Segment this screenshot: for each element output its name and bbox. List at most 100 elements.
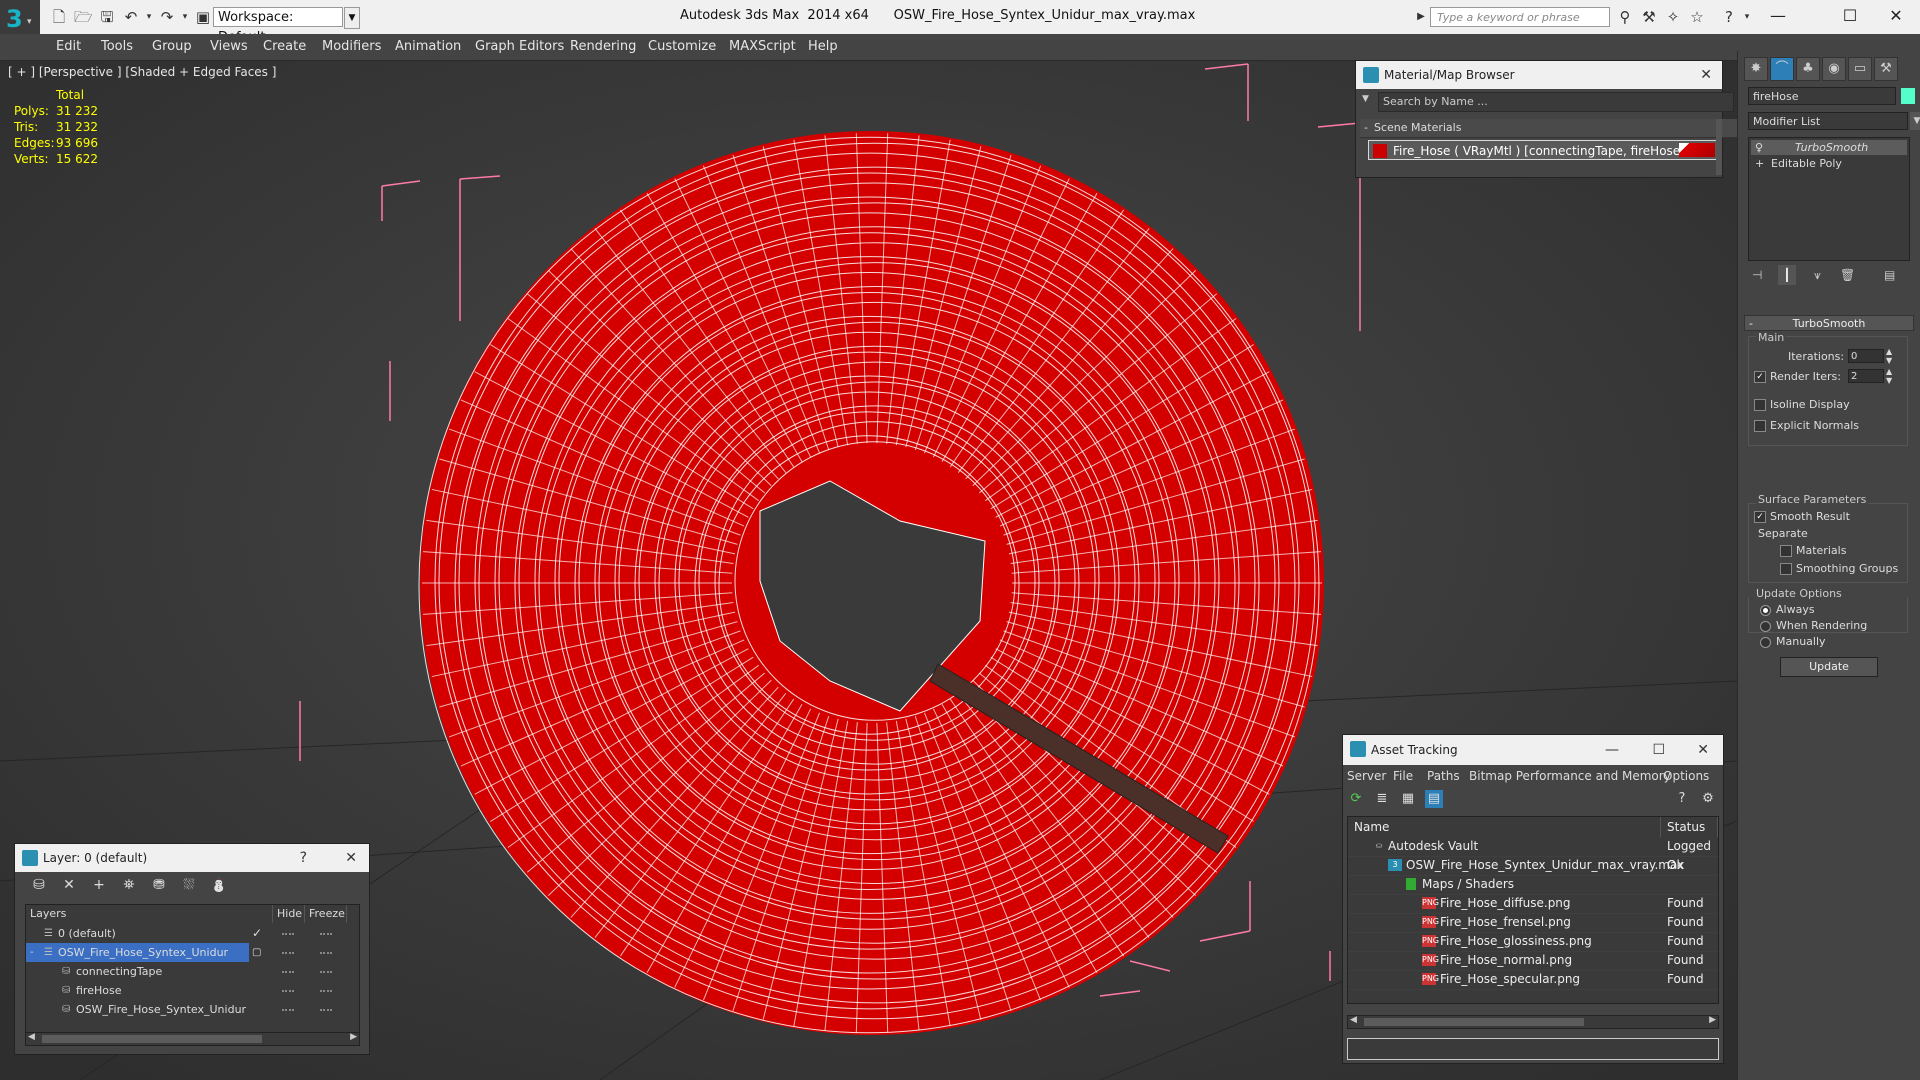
scroll-right-icon[interactable]: ▶: [1709, 1015, 1716, 1025]
hierarchy-tab-icon[interactable]: ♣: [1796, 57, 1820, 81]
viewport-label[interactable]: [ + ] [Perspective ] [Shaded + Edged Fac…: [8, 65, 276, 79]
scroll-left-icon[interactable]: ◀: [28, 1032, 35, 1042]
name-column-header[interactable]: Name: [1348, 817, 1661, 837]
undo-icon[interactable]: ↶: [122, 8, 140, 26]
layers-column-header[interactable]: Layers: [26, 905, 273, 923]
freeze-toggle[interactable]: [320, 933, 332, 935]
menu-graph-editors[interactable]: Graph Editors: [475, 39, 564, 54]
create-tab-icon[interactable]: ✸: [1744, 57, 1768, 81]
hide-toggle[interactable]: [282, 990, 294, 992]
redo-icon[interactable]: ↷: [158, 8, 176, 26]
freeze-toggle[interactable]: [320, 990, 332, 992]
table-view-icon[interactable]: ▤: [1425, 790, 1443, 808]
menu-animation[interactable]: Animation: [395, 39, 461, 54]
stack-item-editable-poly[interactable]: + Editable Poly: [1751, 156, 1907, 171]
search-options-icon[interactable]: ▼: [1362, 94, 1369, 104]
scrollbar-thumb[interactable]: [42, 1035, 262, 1043]
layer-panel-close-icon[interactable]: ✕: [345, 844, 357, 872]
at-help-icon[interactable]: ?: [1673, 790, 1691, 808]
modifier-list-arrow-icon[interactable]: ▼: [1910, 112, 1920, 130]
at-menu-file[interactable]: File: [1393, 769, 1413, 783]
menu-group[interactable]: Group: [152, 39, 192, 54]
redo-dropdown-icon[interactable]: ▾: [176, 8, 194, 26]
asset-tracking-close-icon[interactable]: ✕: [1697, 735, 1709, 765]
list-view-icon[interactable]: ≣: [1373, 790, 1391, 808]
subscription-icon[interactable]: ⚒: [1640, 8, 1658, 26]
workspace-dropdown[interactable]: Workspace: Default: [213, 7, 343, 45]
status-column-header[interactable]: Status: [1661, 817, 1718, 837]
layer-row[interactable]: - ☰ OSW_Fire_Hose_Syntex_Unidur ▢: [26, 943, 359, 962]
material-browser-close-icon[interactable]: ✕: [1700, 61, 1712, 89]
asset-row[interactable]: Maps / Shaders: [1348, 875, 1718, 895]
separate-smoothing-groups-checkbox[interactable]: [1780, 563, 1792, 575]
search-expand-icon[interactable]: ▶: [1412, 8, 1430, 26]
maximize-icon[interactable]: ☐: [1830, 4, 1870, 28]
workspace-dropdown-arrow-icon[interactable]: ▼: [344, 7, 360, 29]
delete-layer-icon[interactable]: ✕: [59, 876, 79, 894]
add-layer-icon[interactable]: +: [89, 876, 109, 894]
freeze-all-layers-icon[interactable]: ⛄: [209, 876, 229, 894]
project-folder-icon[interactable]: ▣: [194, 8, 212, 26]
help-dropdown-icon[interactable]: ▾: [1738, 8, 1756, 26]
refresh-icon[interactable]: ⟳: [1347, 790, 1365, 808]
asset-row[interactable]: PNG Fire_Hose_frensel.png Found: [1348, 913, 1718, 933]
layer-row[interactable]: ⛁ OSW_Fire_Hose_Syntex_Unidur: [26, 1000, 359, 1019]
update-when-rendering-radio[interactable]: [1760, 621, 1771, 632]
menu-create[interactable]: Create: [263, 39, 306, 54]
stack-item-turbosmooth[interactable]: ♀ TurboSmooth: [1751, 140, 1907, 155]
hide-toggle[interactable]: [282, 952, 294, 954]
render-iters-checkbox[interactable]: ✓: [1754, 371, 1766, 383]
asset-tracking-maximize-icon[interactable]: ☐: [1652, 735, 1665, 765]
binoculars-icon[interactable]: ⚲: [1616, 8, 1634, 26]
layer-row[interactable]: ⛁ connectingTape: [26, 962, 359, 981]
object-color-swatch[interactable]: [1901, 88, 1915, 104]
menu-tools[interactable]: Tools: [101, 39, 133, 54]
scroll-right-icon[interactable]: ▶: [350, 1032, 357, 1042]
at-menu-paths[interactable]: Paths: [1427, 769, 1460, 783]
make-unique-icon[interactable]: ⩛: [1814, 268, 1821, 283]
favorites-star-icon[interactable]: ☆: [1688, 8, 1706, 26]
hide-all-layers-icon[interactable]: ⛆: [179, 876, 199, 894]
scrollbar-thumb[interactable]: [1364, 1018, 1584, 1026]
keyword-search-input[interactable]: Type a keyword or phrase: [1430, 7, 1610, 27]
new-file-icon[interactable]: 🗋: [50, 8, 68, 26]
at-menu-bitmap-performance[interactable]: Bitmap Performance and Memory: [1469, 769, 1671, 783]
separate-materials-checkbox[interactable]: [1780, 545, 1792, 557]
asset-horizontal-scrollbar[interactable]: ◀ ▶: [1347, 1015, 1719, 1029]
menu-maxscript[interactable]: MAXScript: [729, 39, 796, 54]
menu-customize[interactable]: Customize: [648, 39, 716, 54]
object-name-field[interactable]: fireHose: [1748, 87, 1896, 105]
update-button[interactable]: Update: [1780, 657, 1878, 677]
freeze-toggle[interactable]: [320, 1009, 332, 1011]
freeze-toggle[interactable]: [320, 952, 332, 954]
motion-tab-icon[interactable]: ◉: [1822, 57, 1846, 81]
freeze-toggle[interactable]: [320, 971, 332, 973]
menu-edit[interactable]: Edit: [56, 39, 81, 54]
isoline-display-checkbox[interactable]: [1754, 399, 1766, 411]
menu-modifiers[interactable]: Modifiers: [322, 39, 381, 54]
material-search-input[interactable]: Search by Name ...: [1378, 92, 1734, 112]
display-tab-icon[interactable]: ▭: [1848, 57, 1872, 81]
asset-row[interactable]: ⛀ Autodesk Vault Logged O: [1348, 837, 1718, 872]
render-iters-spinner-arrows-icon[interactable]: ▲ ▼: [1886, 367, 1892, 385]
material-browser-scrollbar[interactable]: [1716, 119, 1722, 175]
fire-hose-mesh[interactable]: [418, 131, 1324, 1035]
expand-plus-icon[interactable]: +: [1755, 156, 1764, 171]
modifier-list-dropdown[interactable]: Modifier List: [1748, 112, 1908, 130]
menu-help[interactable]: Help: [808, 39, 838, 54]
asset-row[interactable]: PNG Fire_Hose_diffuse.png Found: [1348, 894, 1718, 914]
layer-panel-help-icon[interactable]: ?: [300, 844, 307, 872]
hide-toggle[interactable]: [282, 933, 294, 935]
layer-manager-icon[interactable]: ⛁: [29, 876, 49, 894]
open-file-icon[interactable]: 🗁: [74, 8, 93, 26]
at-menu-server[interactable]: Server: [1347, 769, 1386, 783]
remove-modifier-icon[interactable]: 🗑: [1840, 268, 1855, 282]
pin-stack-icon[interactable]: ⊣: [1752, 268, 1762, 282]
utilities-tab-icon[interactable]: ⚒: [1874, 57, 1898, 81]
at-settings-icon[interactable]: ⚙: [1699, 790, 1717, 808]
undo-dropdown-icon[interactable]: ▾: [140, 8, 158, 26]
asset-row[interactable]: PNG Fire_Hose_normal.png Found: [1348, 951, 1718, 971]
material-entry-fire-hose[interactable]: Fire_Hose ( VRayMtl ) [connectingTape, f…: [1368, 140, 1718, 160]
asset-path-field[interactable]: [1347, 1038, 1719, 1060]
select-in-layer-icon[interactable]: ⛯: [119, 876, 139, 894]
